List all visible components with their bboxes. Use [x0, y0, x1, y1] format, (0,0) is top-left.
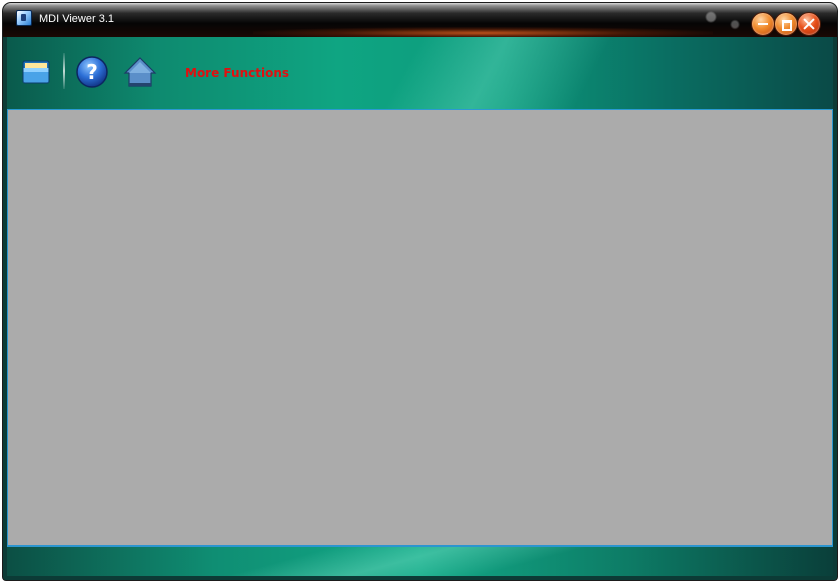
- help-button[interactable]: ?: [75, 55, 109, 89]
- open-button[interactable]: [19, 55, 53, 89]
- svg-text:?: ?: [86, 60, 98, 84]
- minimize-icon: [757, 18, 769, 30]
- title-bar[interactable]: MDI Viewer 3.1: [3, 3, 837, 39]
- close-icon: [803, 18, 815, 30]
- minimize-button[interactable]: [751, 12, 775, 36]
- status-band: [7, 546, 833, 576]
- mdi-client-area[interactable]: [7, 110, 833, 546]
- window-title: MDI Viewer 3.1: [39, 13, 114, 25]
- help-icon: ?: [76, 56, 108, 88]
- toolbar: ? More Functions: [7, 37, 833, 110]
- home-button[interactable]: [123, 55, 157, 89]
- title-bar-sparkle: [693, 5, 753, 35]
- app-icon[interactable]: [16, 10, 32, 26]
- maximize-icon: [780, 18, 792, 31]
- more-functions-link[interactable]: More Functions: [185, 66, 289, 80]
- folder-open-icon: [22, 60, 50, 84]
- close-button[interactable]: [797, 12, 821, 36]
- app-window: MDI Viewer 3.1 ? More Functions: [3, 3, 837, 580]
- maximize-button[interactable]: [774, 12, 798, 36]
- home-icon: [123, 57, 157, 87]
- toolbar-separator: [63, 53, 65, 89]
